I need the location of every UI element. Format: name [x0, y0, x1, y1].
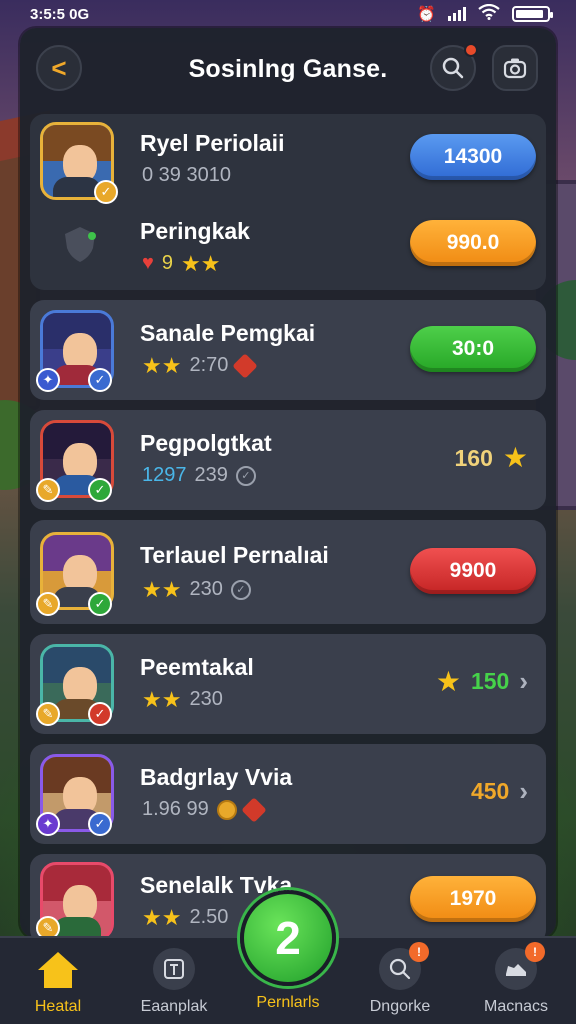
search-button[interactable] — [430, 43, 478, 91]
player-name: Peemtakal — [140, 654, 254, 680]
wifi-icon — [478, 3, 500, 24]
player-stat: ★★ 2.50 — [142, 904, 229, 930]
chevron-right-icon: › — [519, 666, 528, 696]
list-item[interactable]: ✎ ✓ Peemtakal ★★ 230 ★ 150 › — [30, 634, 546, 734]
star-icon: ★ — [435, 665, 461, 697]
nav-item-grid[interactable]: Eaanplak — [124, 948, 224, 1016]
score-value: 160 ★ — [454, 442, 528, 473]
player-name: Sanale Pemgkai — [140, 320, 316, 346]
status-time: 3:5:5 0G — [30, 5, 90, 23]
check-badge-icon: ✓ — [88, 592, 112, 616]
check-circle-icon: ✓ — [230, 579, 251, 600]
status-icons: ⏰ — [417, 3, 553, 24]
score-value: 450 › — [470, 776, 528, 806]
nav-label: Eaanplak — [140, 998, 208, 1015]
star-icon: ★★ — [142, 686, 182, 712]
chevron-left-icon: < — [51, 52, 67, 83]
search-icon: ! — [379, 942, 429, 990]
player-stat: 1297 239 ✓ — [142, 464, 256, 487]
nav-item-home[interactable]: Heatal — [8, 948, 108, 1016]
battery-icon — [512, 6, 553, 22]
player-name: Peringkak — [140, 218, 250, 244]
nav-label: Pernlarls — [256, 994, 320, 1011]
header: < Sosinlng Ganse. — [20, 28, 556, 110]
check-badge-icon: ✓ — [88, 702, 112, 726]
player-stat: ★★ 2:70 — [142, 352, 259, 379]
center-action-button[interactable]: 2 — [240, 890, 336, 986]
list-item[interactable]: ✦ ✓ Badgrlay Vvia 1.96 99 450 › — [30, 744, 546, 844]
home-icon — [38, 952, 78, 990]
chevron-right-icon: › — [519, 776, 528, 806]
notification-badge: ! — [409, 942, 429, 962]
star-icon: ★★ — [142, 352, 182, 378]
list-item[interactable]: ✎ ✓ Pegpolgtkat 1297 239 ✓ 160 ★ — [30, 410, 546, 510]
shield-icon — [60, 224, 100, 264]
back-button[interactable]: < — [36, 45, 82, 91]
star-icon: ★★ — [142, 904, 182, 930]
player-name: Pegpolgtkat — [140, 430, 272, 456]
nav-label: Macnacs — [483, 998, 549, 1015]
center-action-label: 2 — [275, 912, 301, 964]
score-button[interactable]: 1970 — [410, 876, 536, 922]
leaderboard-panel: < Sosinlng Ganse. ✓ Ryel Periolaii 0 39 … — [20, 28, 556, 938]
list-item[interactable]: ✓ Ryel Periolaii 0 39 3010 14300 Peringk… — [30, 114, 546, 290]
shoe-icon: ! — [495, 942, 545, 990]
list-item[interactable]: ✎ ✓ Terlauel Pernalıai ★★ 230 ✓ 9900 — [30, 520, 546, 624]
signal-icon — [448, 7, 466, 21]
nav-label: Heatal — [34, 998, 82, 1015]
search-icon — [442, 57, 464, 79]
status-bar: 3:5:5 0G ⏰ — [0, 0, 576, 28]
star-badge-icon: ✦ — [36, 368, 60, 392]
nav-item-search[interactable]: ! Dngorke — [350, 942, 450, 1016]
star-icon: ★ — [502, 442, 528, 473]
gold-badge-icon: ✎ — [36, 916, 60, 938]
score-button[interactable]: 9900 — [410, 548, 536, 594]
notification-badge: ! — [525, 942, 545, 962]
gold-badge-icon: ✎ — [36, 478, 60, 502]
gold-badge-icon: ✎ — [36, 702, 60, 726]
player-name: Terlauel Pernalıai — [140, 542, 329, 568]
grid-icon — [153, 948, 195, 990]
coins-icon: ★★ — [181, 250, 221, 276]
camera-button[interactable] — [492, 45, 538, 91]
check-circle-icon: ✓ — [235, 465, 256, 486]
heart-icon: ♥ — [142, 252, 154, 274]
player-name: Ryel Periolaii — [140, 130, 285, 156]
score-value: ★ 150 › — [435, 665, 528, 697]
check-badge-icon: ✓ — [88, 812, 112, 836]
list-item[interactable]: ✦ ✓ Sanale Pemgkai ★★ 2:70 30:0 — [30, 300, 546, 400]
player-name: Badgrlay Vvia — [140, 764, 293, 790]
nav-label: Dngorke — [369, 998, 431, 1015]
score-button[interactable]: 14300 — [410, 134, 536, 180]
gem-icon — [241, 796, 267, 823]
score-button[interactable]: 990.0 — [410, 220, 536, 266]
player-stat: ★★ 230 — [142, 686, 223, 712]
nav-item-center[interactable]: Pernlarls — [238, 994, 338, 1012]
player-stat: 1.96 99 — [142, 796, 267, 823]
star-badge-icon: ✦ — [36, 812, 60, 836]
check-badge-icon: ✓ — [88, 478, 112, 502]
page-title: Sosinlng Ganse. — [188, 54, 388, 83]
camera-icon — [503, 58, 527, 79]
player-stat: ♥ 9 ★★ — [142, 250, 221, 276]
gem-icon — [232, 352, 259, 379]
alarm-icon: ⏰ — [417, 6, 436, 23]
star-icon: ★★ — [142, 576, 182, 602]
player-stat: 0 39 3010 — [142, 164, 231, 186]
check-badge-icon: ✓ — [88, 368, 112, 392]
score-button[interactable]: 30:0 — [410, 326, 536, 372]
gold-badge-icon: ✓ — [94, 180, 118, 204]
player-stat: ★★ 230 ✓ — [142, 578, 251, 601]
nav-item-shop[interactable]: ! Macnacs — [466, 942, 566, 1016]
coin-icon — [216, 799, 237, 820]
gold-badge-icon: ✎ — [36, 592, 60, 616]
notification-dot — [464, 43, 478, 57]
